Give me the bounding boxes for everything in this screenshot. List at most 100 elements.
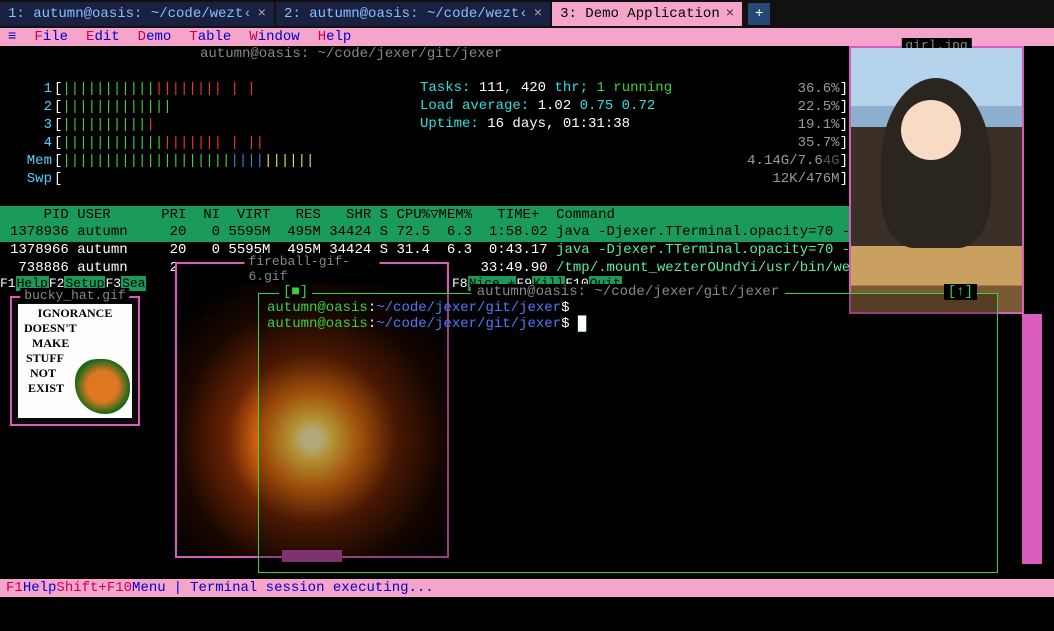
menu-hotkey: F — [34, 29, 42, 45]
row-command: /tmp/.mount_wezterOUndYi/usr/bin/wezterm — [556, 260, 892, 276]
meme-text: DOESN'T — [20, 321, 130, 336]
swp-value: 12K/476M — [772, 171, 839, 187]
scrollbar-girl[interactable] — [1022, 314, 1042, 564]
bar-segment: |||||||||| — [62, 117, 146, 133]
bar-segment: | — [146, 117, 154, 133]
table-row[interactable]: 1378966 autumn 20 0 5595M 495M 34424 S 3… — [0, 242, 855, 260]
menu-help[interactable]: Help — [318, 29, 352, 45]
table-row[interactable]: 1378936 autumn 20 0 5595M 495M 34424 S 7… — [0, 224, 855, 242]
menu-bar: ≡ File Edit Demo Table Window Help — [0, 28, 1054, 46]
cpu-label: 3 — [18, 117, 52, 133]
cpu-label: 2 — [18, 99, 52, 115]
menu-text: ile — [43, 29, 68, 45]
thread-count: 420 — [521, 80, 546, 96]
prompt-path: ~/code/jexer/git/jexer — [376, 316, 561, 332]
new-tab-button[interactable]: + — [748, 3, 770, 25]
tab-1[interactable]: 1: autumn@oasis: ~/code/wezt‹ × — [0, 2, 274, 26]
bar-segment: ||||||||||| — [62, 81, 154, 97]
menu-text: emo — [146, 29, 171, 45]
stats-label: Tasks: — [420, 80, 470, 96]
bar-segment: |||||| — [264, 153, 314, 169]
main-window-title: autumn@oasis: ~/code/jexer/git/jexer — [200, 46, 502, 62]
separator: | — [174, 580, 182, 596]
menu-text: able — [198, 29, 232, 45]
tab-label: 2: autumn@oasis: ~/code/wezt‹ — [284, 6, 528, 22]
bar-segment: |||| — [230, 153, 264, 169]
system-stats: Tasks: 111, 420 thr; 1 running Load aver… — [420, 80, 672, 134]
bar-segment: ||||||| | || — [163, 135, 264, 151]
load-avg: 0.75 — [580, 98, 614, 114]
image-window-girl[interactable]: girl.jpg — [849, 46, 1024, 314]
close-icon[interactable]: × — [258, 6, 266, 22]
menu-window[interactable]: Window — [249, 29, 299, 45]
app-area: autumn@oasis: ~/code/jexer/git/jexer 1[|… — [0, 46, 1054, 597]
window-maximize-button[interactable]: [↑] — [944, 284, 977, 300]
prompt-user: autumn@oasis — [267, 300, 368, 316]
cpu-label: 4 — [18, 135, 52, 151]
status-hotkey[interactable]: F1 — [6, 580, 23, 596]
prompt-line: autumn@oasis:~/code/jexer/git/jexer$ — [267, 300, 989, 316]
stats-label: thr; — [554, 80, 588, 96]
load-avg: 0.72 — [622, 98, 656, 114]
status-message: Terminal session executing... — [190, 580, 434, 596]
menu-hotkey: H — [318, 29, 326, 45]
tab-label: 1: autumn@oasis: ~/code/wezt‹ — [8, 6, 252, 22]
prompt-dollar: $ — [561, 316, 569, 332]
status-label: Menu — [132, 580, 166, 596]
mem-value: 4.14G/7.6 — [747, 153, 823, 169]
window-title: fireball-gif-6.gif — [245, 254, 380, 284]
menu-hotkey: W — [249, 29, 257, 45]
running-count: 1 running — [597, 80, 673, 96]
row-command: java -Djexer.TTerminal.opacity=70 -Djexe — [556, 242, 892, 258]
meme-text: MAKE — [20, 336, 130, 351]
image-window-bucky[interactable]: bucky_hat.gif IGNORANCE DOESN'T MAKE STU… — [10, 296, 140, 426]
menu-demo[interactable]: Demo — [138, 29, 172, 45]
terminal-body[interactable]: autumn@oasis:~/code/jexer/git/jexer$ aut… — [259, 294, 997, 338]
window-title: bucky_hat.gif — [20, 288, 129, 303]
load-avg: 1.02 — [538, 98, 572, 114]
tab-label: 3: Demo Application — [560, 6, 720, 22]
bar-segment: |||||||||||| — [62, 135, 163, 151]
menu-file[interactable]: File — [34, 29, 68, 45]
bar-segment: |||||||| | | — [155, 81, 256, 97]
tab-2[interactable]: 2: autumn@oasis: ~/code/wezt‹ × — [276, 2, 550, 26]
mem-suffix: 4G — [823, 153, 840, 169]
menu-table[interactable]: Table — [189, 29, 231, 45]
swp-label: Swp — [18, 171, 52, 187]
cpu-label: 1 — [18, 81, 52, 97]
prompt-dollar: $ — [561, 300, 569, 316]
uptime-value: 16 days, 01:31:38 — [487, 116, 630, 132]
close-icon[interactable]: × — [534, 6, 542, 22]
image-element — [901, 100, 961, 160]
meme-text: IGNORANCE — [20, 306, 130, 321]
cpu-percent: 35.7% — [798, 135, 840, 151]
window-close-button[interactable]: [■] — [279, 284, 312, 300]
bucky-image: IGNORANCE DOESN'T MAKE STUFF NOT EXIST — [18, 304, 132, 418]
girl-image — [851, 48, 1022, 312]
cpu-meter-4: 4[||||||||||||||||||| | ||35.7%] — [18, 134, 848, 152]
menu-text: elp — [326, 29, 351, 45]
burger-menu[interactable]: ≡ — [8, 29, 16, 45]
prompt-user: autumn@oasis — [267, 316, 368, 332]
tab-3[interactable]: 3: Demo Application × — [552, 2, 742, 26]
menu-text: indow — [258, 29, 300, 45]
cpu-percent: 19.1% — [798, 117, 840, 133]
fn-key[interactable]: F8 — [452, 276, 468, 291]
terminal-window[interactable]: [■] autumn@oasis: ~/code/jexer/git/jexer… — [258, 293, 998, 573]
process-table-header[interactable]: PID USER PRI NI VIRT RES SHR S CPU%▽MEM%… — [0, 206, 855, 224]
separator: , — [504, 80, 512, 96]
menu-edit[interactable]: Edit — [86, 29, 120, 45]
status-label: Help — [23, 580, 57, 596]
status-hotkey[interactable]: Shift+F10 — [56, 580, 132, 596]
mem-meter: Mem[||||||||||||||||||||||||||||||4.14G/… — [18, 152, 848, 170]
status-bar: F1 Help Shift+F10 Menu | Terminal sessio… — [0, 579, 1054, 597]
stats-label: Uptime: — [420, 116, 479, 132]
bar-segment: ||||||||||||| — [62, 99, 171, 115]
window-title: autumn@oasis: ~/code/jexer/git/jexer — [471, 284, 785, 300]
close-icon[interactable]: × — [726, 6, 734, 22]
menu-hotkey: T — [189, 29, 197, 45]
menu-hotkey: D — [138, 29, 146, 45]
cpu-percent: 36.6% — [798, 81, 840, 97]
fn-key[interactable]: F1 — [0, 276, 16, 291]
tab-bar: 1: autumn@oasis: ~/code/wezt‹ × 2: autum… — [0, 0, 1054, 28]
